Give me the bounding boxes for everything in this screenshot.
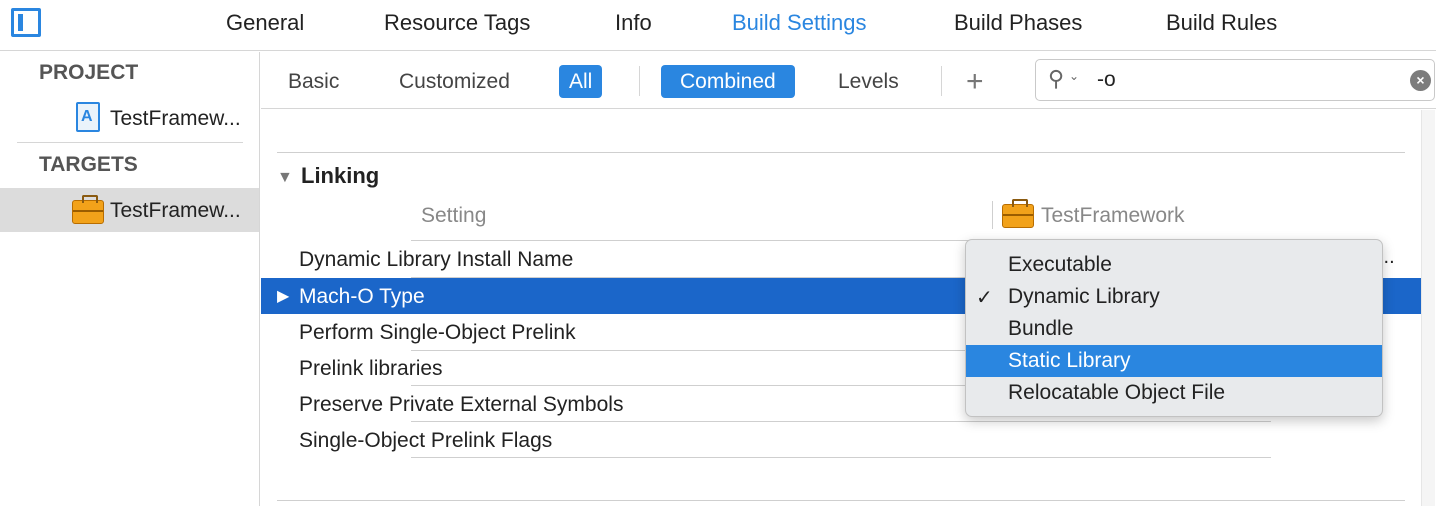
disclosure-triangle-closed-icon[interactable]: ▶ <box>277 286 289 306</box>
filter-separator <box>639 66 640 96</box>
filter-all-button[interactable]: All <box>559 65 603 98</box>
column-header-setting[interactable]: Setting <box>421 204 486 228</box>
target-item-label: TestFramew... <box>110 199 241 222</box>
menu-item-label: Bundle <box>1008 317 1074 340</box>
menu-item-label: Executable <box>1008 253 1112 276</box>
xcode-project-icon: A <box>76 102 100 132</box>
section-top-rule <box>277 152 1405 153</box>
project-sidebar: PROJECT A TestFramew... TARGETS TestFram… <box>0 52 260 506</box>
tab-general[interactable]: General <box>226 10 304 36</box>
vertical-scrollbar[interactable] <box>1421 110 1435 506</box>
search-field[interactable]: ⚲ ⌄ -o × <box>1035 59 1435 101</box>
tab-resource-tags[interactable]: Resource Tags <box>384 10 530 36</box>
menu-item-label: Static Library <box>1008 349 1131 372</box>
filter-customized-button[interactable]: Customized <box>389 65 520 98</box>
settings-filter-bar: Basic Customized All Combined Levels + ⚲… <box>261 52 1436 109</box>
menu-item-label: Relocatable Object File <box>1008 381 1226 404</box>
tab-info[interactable]: Info <box>615 10 652 36</box>
sidebar-divider <box>17 142 243 143</box>
menu-item-executable[interactable]: Executable <box>966 249 1382 281</box>
menu-item-dynamic-library[interactable]: ✓ Dynamic Library <box>966 281 1382 313</box>
checkmark-icon: ✓ <box>976 287 993 309</box>
clear-search-icon[interactable]: × <box>1410 70 1431 91</box>
filter-basic-button[interactable]: Basic <box>278 65 349 98</box>
filter-separator <box>941 66 942 96</box>
column-divider <box>992 201 993 229</box>
sidebar-item-target[interactable]: TestFramew... <box>0 188 259 232</box>
setting-name: Single-Object Prelink Flags <box>299 429 553 452</box>
setting-name: Preserve Private External Symbols <box>299 393 624 416</box>
tab-build-rules[interactable]: Build Rules <box>1166 10 1277 36</box>
tab-build-settings[interactable]: Build Settings <box>732 10 867 36</box>
add-setting-button[interactable]: + <box>966 65 984 98</box>
project-header: PROJECT <box>39 61 139 84</box>
target-toolbox-icon <box>1002 199 1034 228</box>
navigator-toggle-icon[interactable] <box>11 8 41 37</box>
project-item-label: TestFramew... <box>110 107 241 130</box>
setting-name: Dynamic Library Install Name <box>299 248 574 271</box>
menu-item-static-library[interactable]: Static Library <box>966 345 1382 377</box>
row-rule <box>411 457 1271 458</box>
navigator-toggle-bar <box>18 14 23 31</box>
targets-header: TARGETS <box>39 153 138 176</box>
sidebar-item-project[interactable]: A TestFramew... <box>0 96 259 140</box>
top-tab-bar: General Resource Tags Info Build Setting… <box>0 0 1436 51</box>
search-input-value[interactable]: -o <box>1097 68 1116 92</box>
mach-o-type-popup-menu: Executable ✓ Dynamic Library Bundle Stat… <box>965 239 1383 417</box>
disclosure-triangle-open-icon[interactable]: ▼ <box>277 169 293 187</box>
setting-name: Mach-O Type <box>299 285 425 308</box>
setting-row-single-object-prelink-flags[interactable]: Single-Object Prelink Flags <box>261 422 1421 458</box>
menu-item-label: Dynamic Library <box>1008 285 1160 308</box>
section-title: Linking <box>301 163 380 188</box>
menu-item-bundle[interactable]: Bundle <box>966 313 1382 345</box>
view-combined-button[interactable]: Combined <box>661 65 795 98</box>
section-bottom-rule <box>277 500 1405 501</box>
setting-name: Prelink libraries <box>299 357 443 380</box>
chevron-down-icon: ⌄ <box>1069 69 1080 83</box>
setting-name: Perform Single-Object Prelink <box>299 321 576 344</box>
view-levels-button[interactable]: Levels <box>828 65 909 98</box>
search-icon[interactable]: ⚲ <box>1048 66 1064 92</box>
framework-toolbox-icon <box>72 195 104 224</box>
tab-build-phases[interactable]: Build Phases <box>954 10 1082 36</box>
column-header-target[interactable]: TestFramework <box>1041 204 1185 228</box>
menu-item-relocatable-object-file[interactable]: Relocatable Object File <box>966 377 1382 409</box>
